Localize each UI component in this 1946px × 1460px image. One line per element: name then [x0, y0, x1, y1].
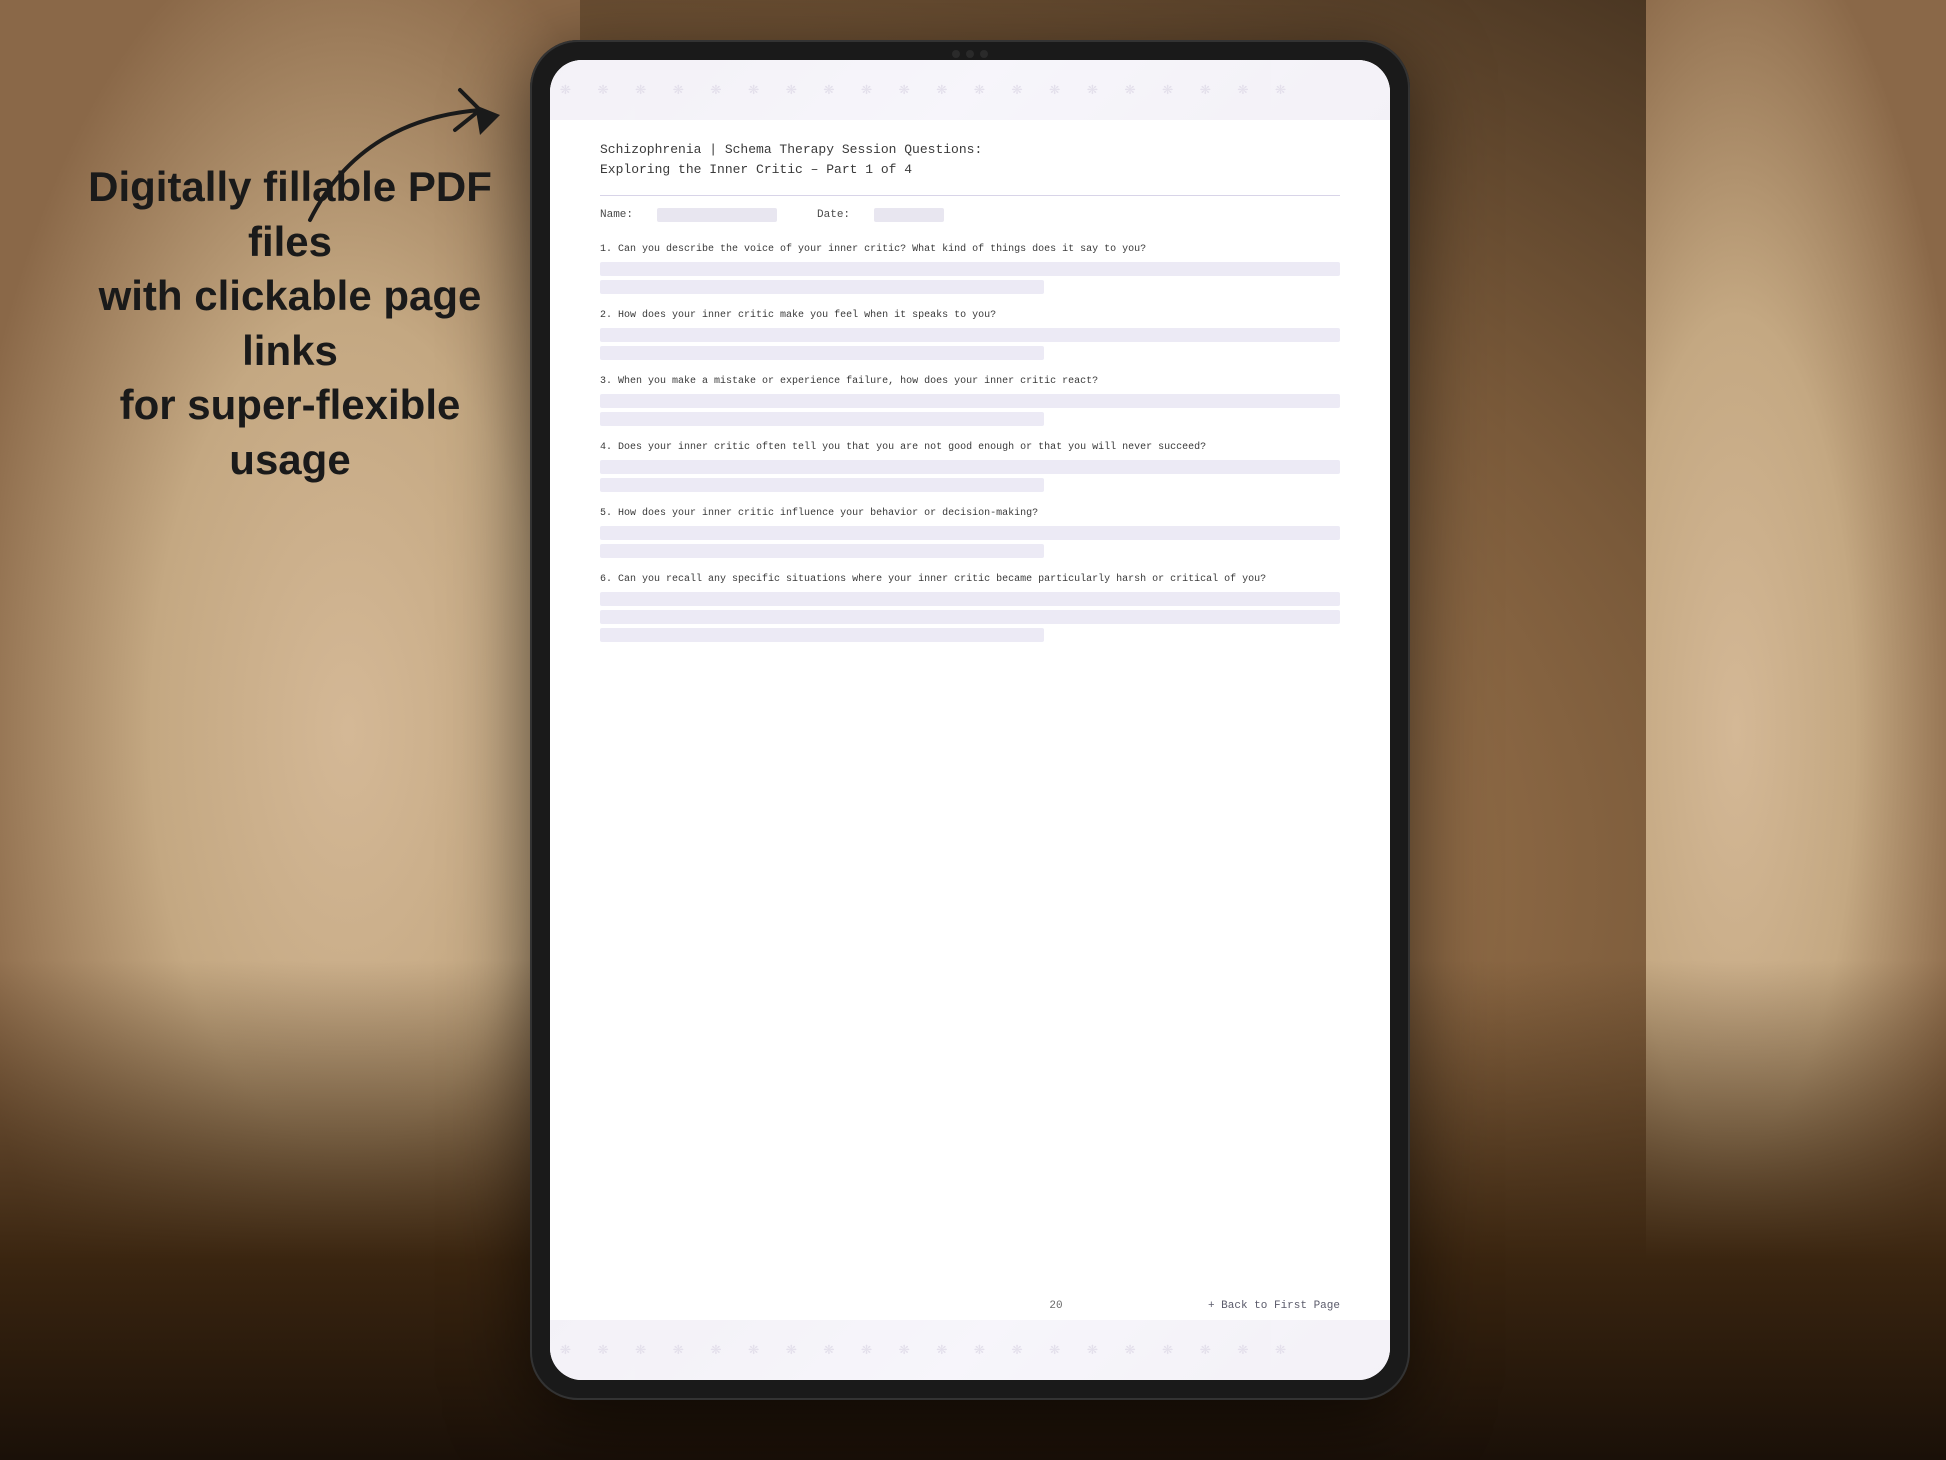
pdf-title: Schizophrenia | Schema Therapy Session Q…	[600, 140, 1340, 179]
pdf-page: Schizophrenia | Schema Therapy Session Q…	[550, 60, 1390, 1380]
answer-line[interactable]	[600, 346, 1044, 360]
question-2: 2. How does your inner critic make you f…	[600, 308, 1340, 360]
answer-line[interactable]	[600, 328, 1340, 342]
answer-line[interactable]	[600, 610, 1340, 624]
pdf-title-line1: Schizophrenia | Schema Therapy Session Q…	[600, 140, 1340, 160]
question-5: 5. How does your inner critic influence …	[600, 506, 1340, 558]
answer-line[interactable]	[600, 262, 1340, 276]
question-4-text: 4. Does your inner critic often tell you…	[600, 440, 1340, 455]
date-field[interactable]	[874, 208, 944, 222]
back-to-first-link[interactable]: + Back to First Page	[1208, 1300, 1340, 1312]
page-number: 20	[904, 1300, 1208, 1312]
pdf-top-decoration	[550, 60, 1390, 120]
question-2-text: 2. How does your inner critic make you f…	[600, 308, 1340, 323]
answer-line[interactable]	[600, 394, 1340, 408]
question-1: 1. Can you describe the voice of your in…	[600, 242, 1340, 294]
answer-line[interactable]	[600, 592, 1340, 606]
date-label: Date:	[817, 209, 850, 221]
question-3-answer[interactable]	[600, 394, 1340, 426]
camera-dot-1	[952, 50, 960, 58]
tablet-screen: Schizophrenia | Schema Therapy Session Q…	[550, 60, 1390, 1380]
tablet-wrapper: Schizophrenia | Schema Therapy Session Q…	[530, 40, 1410, 1400]
answer-line[interactable]	[600, 412, 1044, 426]
camera-dot-2	[966, 50, 974, 58]
question-4-answer[interactable]	[600, 460, 1340, 492]
question-1-text: 1. Can you describe the voice of your in…	[600, 242, 1340, 257]
question-5-answer[interactable]	[600, 526, 1340, 558]
questions-list: 1. Can you describe the voice of your in…	[600, 242, 1340, 642]
question-6-answer[interactable]	[600, 592, 1340, 642]
name-field[interactable]	[657, 208, 777, 222]
question-3-text: 3. When you make a mistake or experience…	[600, 374, 1340, 389]
answer-line[interactable]	[600, 526, 1340, 540]
tagline-text: Digitally fillable PDF files with clicka…	[60, 160, 520, 488]
answer-line[interactable]	[600, 478, 1044, 492]
question-1-answer[interactable]	[600, 262, 1340, 294]
question-6: 6. Can you recall any specific situation…	[600, 572, 1340, 642]
camera-dot-3	[980, 50, 988, 58]
tablet-camera	[952, 50, 988, 58]
answer-line[interactable]	[600, 460, 1340, 474]
name-label: Name:	[600, 209, 633, 221]
pdf-bottom-decoration	[550, 1320, 1390, 1380]
question-6-text: 6. Can you recall any specific situation…	[600, 572, 1340, 587]
pdf-content: Schizophrenia | Schema Therapy Session Q…	[600, 140, 1340, 1270]
answer-line[interactable]	[600, 544, 1044, 558]
question-4: 4. Does your inner critic often tell you…	[600, 440, 1340, 492]
pdf-title-line2: Exploring the Inner Critic – Part 1 of 4	[600, 160, 1340, 180]
answer-line[interactable]	[600, 280, 1044, 294]
left-panel-text: Digitally fillable PDF files with clicka…	[60, 160, 520, 488]
pdf-divider	[600, 195, 1340, 196]
question-3: 3. When you make a mistake or experience…	[600, 374, 1340, 426]
answer-line[interactable]	[600, 628, 1044, 642]
question-5-text: 5. How does your inner critic influence …	[600, 506, 1340, 521]
pdf-name-date-row: Name: Date:	[600, 208, 1340, 222]
question-2-answer[interactable]	[600, 328, 1340, 360]
tablet-frame: Schizophrenia | Schema Therapy Session Q…	[530, 40, 1410, 1400]
pdf-footer: 20 + Back to First Page	[600, 1300, 1340, 1312]
